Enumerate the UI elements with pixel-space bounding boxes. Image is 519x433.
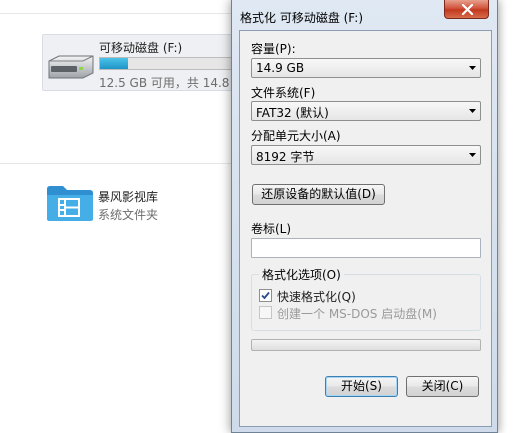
volume-label-input[interactable] bbox=[251, 238, 481, 258]
drive-space-text: 12.5 GB 可用，共 14.8 GB bbox=[99, 76, 251, 90]
filesystem-select[interactable]: FAT32 (默认) bbox=[251, 101, 481, 121]
library-name: 暴风影视库 bbox=[98, 190, 159, 204]
dialog-title: 格式化 可移动磁盘 (F:) bbox=[240, 11, 364, 25]
allocation-value: 8192 字节 bbox=[256, 150, 315, 164]
capacity-value: 14.9 GB bbox=[256, 61, 305, 75]
usb-drive-icon bbox=[48, 55, 94, 79]
video-library-folder-icon bbox=[47, 186, 93, 221]
allocation-select[interactable]: 8192 字节 bbox=[251, 145, 481, 165]
capacity-label: 容量(P): bbox=[251, 42, 296, 56]
volume-label: 卷标(L) bbox=[251, 222, 292, 236]
quick-format-checkbox[interactable] bbox=[259, 289, 272, 302]
restore-defaults-button[interactable]: 还原设备的默认值(D) bbox=[252, 184, 385, 205]
close-button[interactable]: 关闭(C) bbox=[406, 376, 479, 397]
chevron-down-icon bbox=[469, 66, 476, 70]
capacity-select[interactable]: 14.9 GB bbox=[251, 58, 481, 78]
dialog-client-area: 容量(P): 14.9 GB 文件系统(F) FAT32 (默认) 分配单元大小… bbox=[239, 30, 492, 427]
chevron-down-icon bbox=[469, 153, 476, 157]
msdos-startup-label: 创建一个 MS-DOS 启动盘(M) bbox=[277, 307, 437, 321]
section-divider bbox=[0, 163, 231, 164]
desktop-stage: 可移动磁盘 (F:) 12.5 GB 可用，共 14.8 GB 暴风影视库 系统… bbox=[0, 0, 519, 433]
filesystem-label: 文件系统(F) bbox=[251, 86, 316, 100]
drive-name: 可移动磁盘 (F:) bbox=[99, 41, 183, 55]
chevron-down-icon bbox=[469, 109, 476, 113]
section-divider bbox=[0, 13, 231, 14]
checkmark-icon bbox=[261, 291, 270, 300]
quick-format-label: 快速格式化(Q) bbox=[277, 290, 356, 304]
format-options-label: 格式化选项(O) bbox=[259, 266, 344, 283]
library-type: 系统文件夹 bbox=[98, 208, 159, 222]
format-progress-bar bbox=[251, 339, 481, 351]
filesystem-value: FAT32 (默认) bbox=[256, 106, 329, 120]
drive-usage-fill bbox=[100, 58, 128, 69]
format-dialog: 格式化 可移动磁盘 (F:) 容量(P): 14.9 GB 文件系统(F) FA… bbox=[231, 0, 498, 433]
close-icon bbox=[461, 4, 474, 15]
start-button[interactable]: 开始(S) bbox=[325, 376, 398, 397]
msdos-startup-checkbox bbox=[259, 306, 272, 319]
window-close-button[interactable] bbox=[444, 0, 489, 19]
allocation-label: 分配单元大小(A) bbox=[251, 129, 341, 143]
